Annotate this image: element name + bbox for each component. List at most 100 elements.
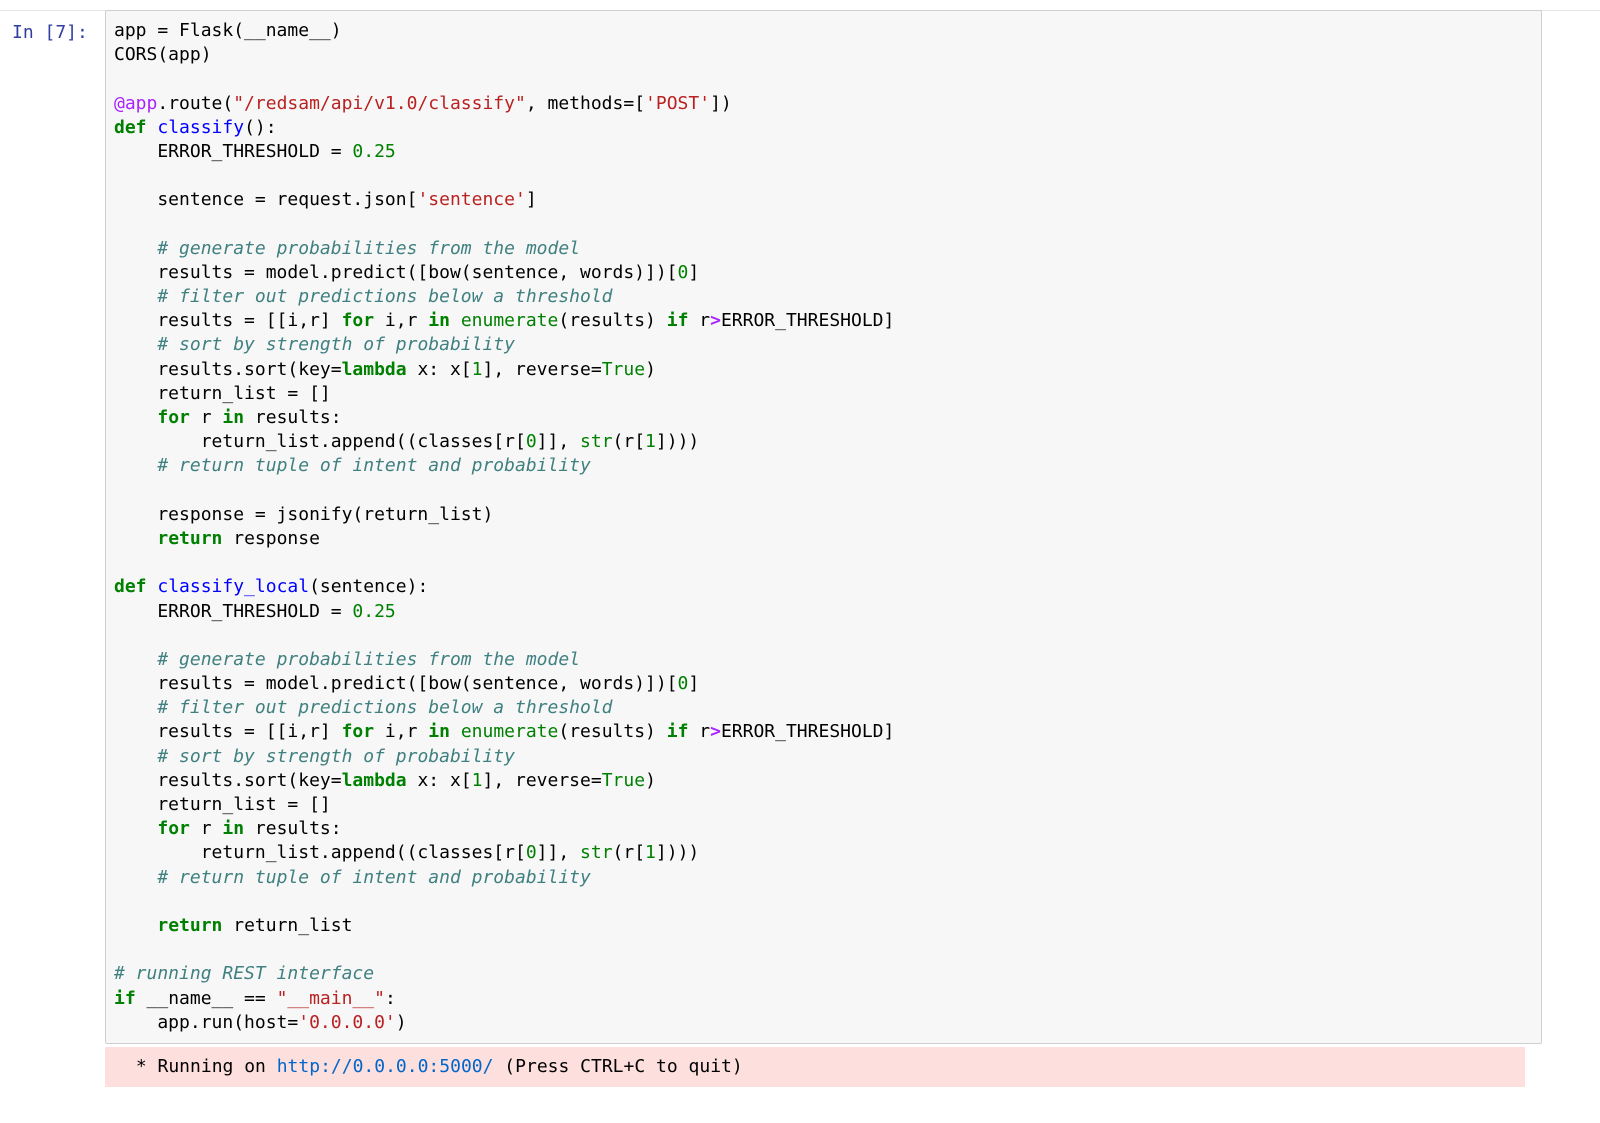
code-line: if __name__ == "__main__": bbox=[114, 987, 894, 1011]
code-line: return_list = [] bbox=[114, 793, 894, 817]
code-token: r bbox=[189, 818, 223, 840]
code-token: 'POST' bbox=[645, 92, 711, 114]
code-token: __name__ == bbox=[135, 987, 277, 1009]
code-line: app = Flask(__name__) bbox=[114, 19, 894, 43]
code-line: # return tuple of intent and probability bbox=[114, 454, 894, 478]
code-line: results = [[i,r] for i,r in enumerate(re… bbox=[114, 720, 894, 744]
code-token: ], reverse= bbox=[482, 769, 602, 791]
code-token: results: bbox=[244, 407, 342, 428]
code-token: sentence = request.json[ bbox=[114, 189, 418, 211]
output-prefix: * Running on bbox=[125, 1056, 277, 1077]
code-token: return_list = [] bbox=[114, 794, 331, 815]
code-line: sentence = request.json['sentence'] bbox=[114, 188, 894, 212]
code-block[interactable]: app = Flask(__name__) CORS(app) @app.rout… bbox=[114, 19, 894, 1035]
code-token: in bbox=[222, 818, 245, 840]
code-line: app.run(host='0.0.0.0') bbox=[114, 1011, 894, 1035]
code-token: 0 bbox=[525, 431, 537, 453]
code-token: ] bbox=[525, 189, 537, 211]
output-text: * Running on http://0.0.0.0:5000/ (Press… bbox=[125, 1055, 743, 1079]
code-token: def bbox=[114, 116, 147, 138]
code-token: (results) bbox=[558, 721, 667, 743]
code-token: results = [[i,r] bbox=[114, 310, 342, 332]
code-token: return_list.append((classes[r[ bbox=[114, 842, 526, 864]
code-token: classify_local bbox=[157, 576, 310, 598]
code-token: ERROR_THRESHOLD] bbox=[720, 721, 895, 743]
code-token: 1 bbox=[471, 769, 483, 791]
code-token: (r[ bbox=[612, 842, 646, 864]
code-token: for bbox=[341, 310, 375, 332]
code-token: results = [[i,r] bbox=[114, 721, 342, 743]
code-token: ]))) bbox=[655, 842, 700, 864]
code-line: return_list.append((classes[r[0]], str(r… bbox=[114, 841, 894, 865]
code-token: str bbox=[580, 431, 613, 453]
code-line: results.sort(key=lambda x: x[1], reverse… bbox=[114, 769, 894, 793]
code-token: # running REST interface bbox=[114, 963, 375, 985]
code-token: ] bbox=[688, 673, 700, 695]
code-token: app.run(host= bbox=[114, 1011, 299, 1033]
code-token: r bbox=[688, 721, 711, 743]
cell-output-stderr: * Running on http://0.0.0.0:5000/ (Press… bbox=[105, 1047, 1525, 1087]
code-token: (results) bbox=[558, 310, 667, 332]
code-token: ]) bbox=[710, 92, 732, 114]
code-token: return_list.append((classes[r[ bbox=[114, 431, 526, 453]
code-token: : bbox=[384, 987, 396, 1009]
code-token: x: x[ bbox=[406, 769, 472, 791]
code-token: ) bbox=[645, 769, 656, 791]
code-line: # running REST interface bbox=[114, 962, 894, 986]
code-token: > bbox=[710, 721, 721, 743]
code-token: 0 bbox=[677, 673, 689, 695]
code-line: return return_list bbox=[114, 914, 894, 938]
code-token: in bbox=[428, 721, 450, 743]
code-token: 0 bbox=[525, 842, 537, 864]
code-token: .route( bbox=[157, 92, 234, 114]
code-line: # generate probabilities from the model bbox=[114, 237, 894, 261]
code-token: i,r bbox=[374, 310, 429, 332]
code-token: in bbox=[222, 407, 245, 428]
code-line: # sort by strength of probability bbox=[114, 333, 894, 357]
code-line: for r in results: bbox=[114, 817, 894, 841]
code-token: > bbox=[710, 310, 721, 332]
code-token: response bbox=[222, 527, 320, 549]
code-token: # filter out predictions below a thresho… bbox=[157, 697, 613, 719]
code-token: return_list bbox=[222, 914, 353, 936]
code-token: response = jsonify(return_list) bbox=[114, 503, 494, 525]
code-token: 1 bbox=[645, 842, 656, 864]
code-token: r bbox=[189, 407, 223, 428]
code-line: CORS(app) bbox=[114, 43, 894, 67]
code-line: response = jsonify(return_list) bbox=[114, 503, 894, 527]
code-token: if bbox=[666, 310, 689, 332]
code-line: @app.route("/redsam/api/v1.0/classify", … bbox=[114, 92, 894, 116]
code-token: ]], bbox=[536, 431, 581, 453]
code-token: ]))) bbox=[655, 431, 700, 453]
code-token: 0.25 bbox=[352, 600, 396, 622]
code-token: for bbox=[157, 818, 190, 840]
code-token: x: x[ bbox=[406, 358, 472, 380]
cell-prompt: In [7]: bbox=[12, 22, 88, 43]
code-cell-editor[interactable]: app = Flask(__name__) CORS(app) @app.rout… bbox=[105, 10, 1542, 1044]
code-token: for bbox=[341, 721, 375, 743]
code-token: # generate probabilities from the model bbox=[157, 648, 580, 670]
code-line: def classify(): bbox=[114, 116, 894, 140]
code-token: results: bbox=[244, 818, 342, 840]
code-line: results = model.predict([bow(sentence, w… bbox=[114, 261, 894, 285]
code-token: lambda bbox=[341, 358, 407, 380]
code-token: if bbox=[114, 987, 136, 1009]
code-token: for bbox=[157, 407, 190, 428]
code-token: results.sort(key= bbox=[114, 358, 342, 380]
code-token: ERROR_THRESHOLD = bbox=[114, 600, 353, 622]
